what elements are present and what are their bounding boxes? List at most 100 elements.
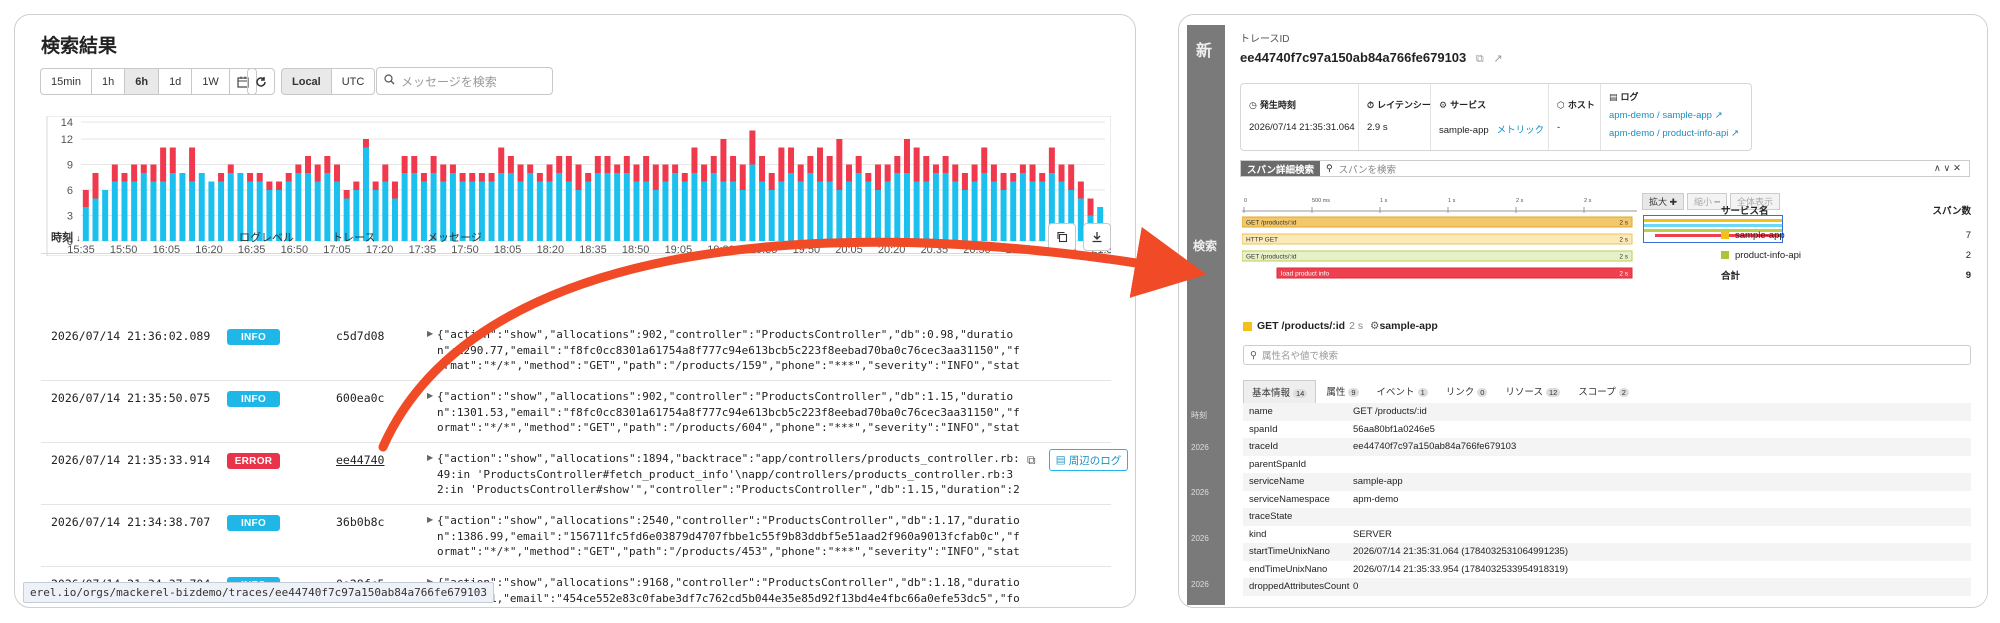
cube-icon: ⬡ bbox=[1557, 100, 1565, 110]
expand-icon[interactable]: ▶ bbox=[427, 515, 433, 524]
bar-info bbox=[759, 181, 766, 241]
attribute-search-input[interactable]: ⚲ 属性名や値で検索 bbox=[1243, 345, 1971, 365]
copy-icon[interactable] bbox=[1048, 223, 1076, 251]
bar-info bbox=[411, 173, 418, 241]
bar-info bbox=[797, 181, 804, 241]
bar-error bbox=[846, 164, 852, 182]
bar-error bbox=[189, 147, 196, 182]
external-link-icon[interactable]: ↗ bbox=[1493, 53, 1502, 65]
span-search-input[interactable]: スパンを検索 bbox=[1339, 162, 1934, 176]
bar-info bbox=[894, 173, 901, 241]
wf-tick-label: 1 s bbox=[1380, 198, 1388, 204]
bar-info bbox=[681, 181, 688, 241]
log-link-product-info-api[interactable]: apm-demo / product-info-api ↗ bbox=[1609, 128, 1739, 139]
tz-local-button[interactable]: Local bbox=[281, 68, 332, 95]
table-row[interactable]: 2026/07/14 21:35:50.075 INFO 600ea0c ▶ {"act… bbox=[41, 381, 1111, 443]
log-icon: ▤ bbox=[1609, 92, 1618, 102]
log-message: {"action":"show","allocations":902,"cont… bbox=[437, 390, 1020, 434]
span-duration: 2 s bbox=[1619, 271, 1628, 278]
bar-info bbox=[662, 181, 669, 241]
bar-error bbox=[701, 164, 708, 182]
trace-link[interactable]: ee44740 bbox=[336, 453, 384, 467]
bar-info bbox=[884, 181, 891, 241]
bar-info bbox=[836, 190, 843, 241]
table-row[interactable]: 2026/07/14 21:35:33.914 ERROR ee44740 ▶ {"ac… bbox=[41, 443, 1128, 505]
bar-error bbox=[903, 139, 910, 173]
bar-info bbox=[546, 181, 553, 241]
range-15min-button[interactable]: 15min bbox=[40, 68, 92, 95]
col-time-header[interactable]: 時刻 ↓ bbox=[51, 229, 81, 253]
refresh-icon[interactable] bbox=[247, 68, 275, 95]
bar-error bbox=[855, 156, 862, 173]
bar-error bbox=[788, 147, 795, 173]
range-1w-button[interactable]: 1W bbox=[191, 68, 230, 95]
tz-utc-button[interactable]: UTC bbox=[330, 68, 376, 95]
tab-4[interactable]: リソース 12 bbox=[1497, 380, 1568, 403]
bar-error bbox=[285, 173, 292, 182]
bar-error bbox=[923, 156, 930, 182]
tab-2[interactable]: イベント 1 bbox=[1369, 380, 1436, 403]
page-title: 検索結果 bbox=[41, 36, 118, 57]
trace-link[interactable]: 36b0b8c bbox=[336, 515, 384, 529]
table-row[interactable]: 2026/07/14 21:34:38.707 INFO 36b0b8c ▶ {"act… bbox=[41, 505, 1111, 567]
bar-info bbox=[382, 181, 389, 241]
x-tick-label: 16:05 bbox=[153, 244, 181, 256]
download-icon[interactable] bbox=[1083, 223, 1111, 251]
service-icon: ⚙ bbox=[1439, 100, 1448, 110]
attribute-row: traceState bbox=[1243, 508, 1971, 526]
expand-icon[interactable]: ▶ bbox=[427, 329, 433, 338]
status-url: erel.io/orgs/mackerel-bizdemo/traces/ee4… bbox=[23, 582, 494, 603]
bar-error bbox=[884, 164, 891, 182]
log-search-panel: 検索結果 15min 1h 6h 1d 1W Local UTC メッセージを検… bbox=[14, 14, 1136, 608]
x-tick-label: 15:50 bbox=[110, 244, 138, 256]
table-row[interactable]: 2026/07/14 21:36:02.089 INFO c5d7d08 ▶ {"act… bbox=[41, 319, 1111, 381]
tab-5[interactable]: スコープ 2 bbox=[1570, 380, 1637, 403]
expand-icon[interactable]: ▶ bbox=[427, 453, 433, 462]
bar-error bbox=[469, 173, 476, 182]
bar-info bbox=[169, 173, 176, 241]
range-6h-button[interactable]: 6h bbox=[124, 68, 160, 95]
log-level-badge: INFO bbox=[227, 329, 280, 345]
service-row: sample-app 7 bbox=[1721, 225, 1971, 245]
x-tick-label: 19:05 bbox=[665, 244, 693, 256]
attribute-row: endTimeUnixNano 2026/07/14 21:35:33.954 (… bbox=[1249, 563, 1569, 575]
bar-error bbox=[478, 173, 485, 182]
bar-error bbox=[633, 164, 640, 182]
bar-error bbox=[942, 156, 949, 173]
bar-error bbox=[594, 156, 601, 173]
x-tick-label: 20:50 bbox=[963, 244, 991, 256]
wf-tick-label: 2 s bbox=[1516, 198, 1524, 204]
copy-icon[interactable]: ⧉ bbox=[1027, 453, 1036, 468]
bar-error bbox=[314, 164, 321, 182]
bar-info bbox=[218, 181, 225, 241]
header-divider bbox=[41, 253, 1111, 254]
log-link-sample-app[interactable]: apm-demo / sample-app ↗ bbox=[1609, 110, 1723, 121]
log-level-badge: INFO bbox=[227, 391, 280, 407]
range-1h-button[interactable]: 1h bbox=[90, 68, 126, 95]
metric-link[interactable]: メトリック bbox=[1497, 125, 1545, 136]
span-waterfall: 0 500 ms 1 s 1 s 2 s 2 s GET /products/:id 2 s H… bbox=[1242, 198, 1637, 279]
tab-3[interactable]: リンク 0 bbox=[1438, 380, 1496, 403]
nearby-logs-button[interactable]: ▤ 周辺のログ bbox=[1049, 449, 1128, 471]
copy-icon[interactable]: ⧉ bbox=[1476, 53, 1484, 65]
message-search-input[interactable]: メッセージを検索 bbox=[376, 67, 553, 95]
bar-info bbox=[198, 173, 205, 241]
range-1d-button[interactable]: 1d bbox=[158, 68, 193, 95]
span-detail-search-tab[interactable]: スパン詳細検索 bbox=[1241, 161, 1320, 176]
tab-1[interactable]: 属性 9 bbox=[1318, 380, 1366, 403]
bar-info bbox=[305, 173, 312, 241]
bar-error bbox=[401, 156, 408, 173]
trace-link[interactable]: 600ea0c bbox=[336, 391, 384, 405]
expand-icon[interactable]: ▶ bbox=[427, 391, 433, 400]
search-icon: ⚲ bbox=[1250, 349, 1257, 361]
tab-0[interactable]: 基本情報 14 bbox=[1243, 380, 1317, 403]
clock-icon: ◷ bbox=[1249, 100, 1257, 110]
trace-link[interactable]: c5d7d08 bbox=[336, 329, 384, 343]
bar-error bbox=[556, 156, 563, 173]
bar-error bbox=[536, 173, 543, 182]
span-search-controls[interactable]: ∧ ∨ ✕ bbox=[1934, 163, 1961, 174]
bar-error bbox=[981, 147, 988, 173]
trace-id: ee44740f7c97a150ab84a766fe679103 ⧉ ↗ bbox=[1240, 50, 1503, 65]
zoom-in-button[interactable]: 拡大 ✚ bbox=[1642, 193, 1685, 210]
attribute-row: parentSpanId bbox=[1249, 458, 1307, 470]
